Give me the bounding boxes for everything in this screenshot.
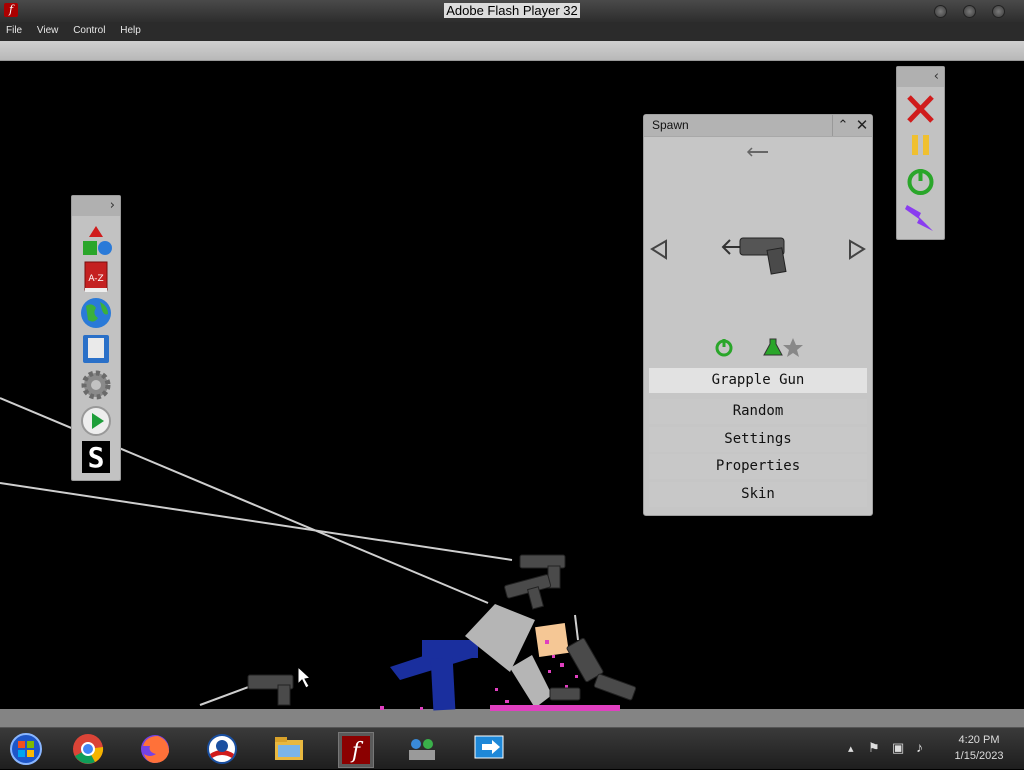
right-toolbar-header: ‹ <box>897 67 944 87</box>
power-icon[interactable] <box>907 169 934 195</box>
menu-help[interactable]: Help <box>114 22 147 36</box>
a-z-book-icon[interactable]: A-Z <box>78 260 114 294</box>
network-people-icon[interactable] <box>405 732 439 766</box>
file-explorer-icon[interactable] <box>272 732 306 766</box>
action-center-flag-icon[interactable]: ⚑ <box>868 740 880 756</box>
gear-icon[interactable] <box>78 368 114 402</box>
save-disk-icon[interactable] <box>78 332 114 366</box>
shapes-icon[interactable] <box>78 224 114 258</box>
maximize-button[interactable] <box>963 5 976 18</box>
spawn-item-properties[interactable]: Properties <box>649 454 867 479</box>
collapse-chevron-icon[interactable]: ⌃ <box>832 115 853 136</box>
experimental-flask-star-icon[interactable] <box>763 338 803 357</box>
taskbar: f ▴ ⚑ ▣ ♪ 4:20 PM 1/15/2023 <box>0 727 1024 769</box>
collapse-arrow-icon[interactable]: ‹ <box>934 69 939 84</box>
close-button[interactable] <box>992 5 1005 18</box>
power-toggle-icon[interactable] <box>715 339 733 357</box>
spawn-item-grapple-gun[interactable]: Grapple Gun <box>649 368 867 393</box>
clock-time[interactable]: 4:20 PM <box>950 734 1008 746</box>
close-x-icon[interactable] <box>907 95 934 123</box>
obama-campaign-icon[interactable] <box>205 732 239 766</box>
game-floor <box>0 709 1024 727</box>
firefox-icon[interactable] <box>138 732 172 766</box>
svg-text:S: S <box>88 441 105 474</box>
spawn-panel: Spawn ⌃ ✕ Grapple Gun Random Settings Pr… <box>643 114 873 516</box>
small-grapple-preview-icon <box>746 147 768 157</box>
spawn-panel-header[interactable]: Spawn ⌃ ✕ <box>644 115 872 137</box>
minimize-button[interactable] <box>934 5 947 18</box>
menu-file[interactable]: File <box>0 22 28 36</box>
prev-item-arrow-icon[interactable] <box>650 239 667 260</box>
window-title: Adobe Flash Player 32 <box>444 3 580 18</box>
top-ui-strip <box>0 41 1024 61</box>
clock-date[interactable]: 1/15/2023 <box>946 750 1012 762</box>
play-icon[interactable] <box>78 404 114 438</box>
s-icon[interactable]: S <box>78 440 114 474</box>
flash-player-icon[interactable]: f <box>338 732 374 768</box>
menu-view[interactable]: View <box>31 22 65 36</box>
spawn-item-skin[interactable]: Skin <box>649 482 867 507</box>
menu-bar: File View Control Help <box>0 22 1024 41</box>
windows-start-icon[interactable] <box>9 732 43 766</box>
spawn-panel-title: Spawn <box>652 118 689 132</box>
spawn-item-random[interactable]: Random <box>649 399 867 424</box>
next-item-arrow-icon[interactable] <box>849 239 866 260</box>
network-icon[interactable]: ▣ <box>892 740 904 756</box>
remote-desktop-icon[interactable] <box>472 732 506 766</box>
left-toolbar: › A-Z S <box>71 195 121 481</box>
chrome-icon[interactable] <box>71 732 105 766</box>
a-z-label: A-Z <box>88 274 103 284</box>
left-toolbar-header: › <box>72 196 120 216</box>
expand-arrow-icon[interactable]: › <box>110 198 115 213</box>
menu-control[interactable]: Control <box>67 22 111 36</box>
globe-icon[interactable] <box>78 296 114 330</box>
pause-icon[interactable] <box>912 135 929 155</box>
show-hidden-icons-icon[interactable]: ▴ <box>848 742 854 755</box>
grapple-gun-preview-icon <box>721 237 787 275</box>
close-icon[interactable]: ✕ <box>852 115 872 136</box>
window-titlebar[interactable]: f Adobe Flash Player 32 <box>0 0 1024 22</box>
lightning-icon[interactable] <box>905 205 933 231</box>
spawn-item-settings[interactable]: Settings <box>649 427 867 452</box>
volume-icon[interactable]: ♪ <box>916 739 923 755</box>
right-toolbar: ‹ <box>896 66 945 240</box>
